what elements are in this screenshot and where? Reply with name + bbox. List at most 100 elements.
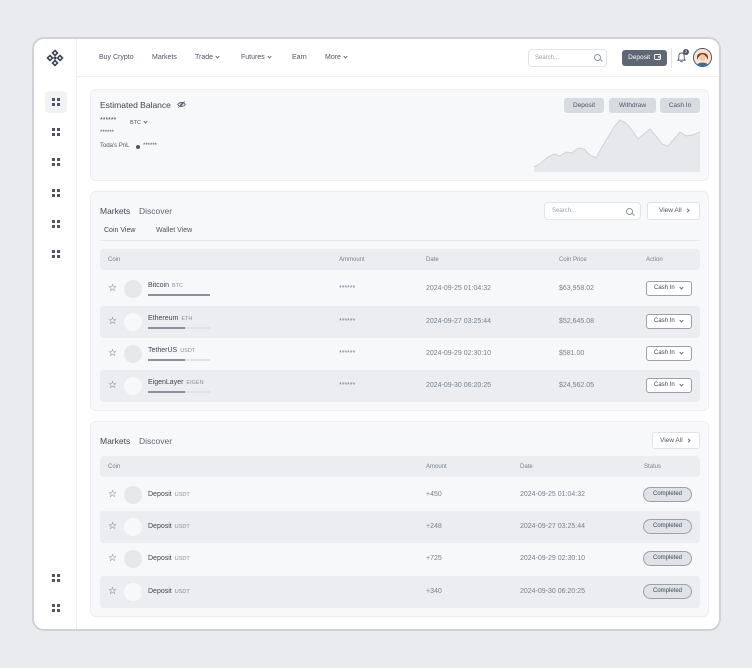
cash-in-dropdown[interactable]: Cash In [646,346,692,361]
balance-card: Estimated Balance ****** BTC ****** Toda… [90,89,709,181]
coin-progress [148,359,210,361]
date-cell: 2024-09-30 06:20:25 [426,382,491,389]
coin-logo [124,280,142,298]
eye-off-icon[interactable] [177,101,186,108]
sidebar-item-6[interactable] [45,243,67,265]
tab-markets[interactable]: Markets [100,206,130,216]
star-icon[interactable]: ☆ [108,490,117,500]
sidebar-item-4[interactable] [45,182,67,204]
col-date: Date [520,464,533,470]
star-icon[interactable]: ☆ [108,349,117,359]
amount-cell: +340 [426,588,442,595]
sidebar-item-bottom-1[interactable] [45,567,67,589]
nav-earn[interactable]: Earn [292,54,307,61]
amount-cell: ****** [339,350,356,357]
header-search-input[interactable]: Search... [528,49,607,67]
star-icon[interactable]: ☆ [108,317,117,327]
date-cell: 2024-09-29 02:30:10 [426,350,491,357]
balance-title: Estimated Balance [100,100,171,110]
grid-icon [52,250,60,258]
cash-in-dropdown[interactable]: Cash In [646,378,692,393]
table-row: ☆ TetherUS USDT ****** 2024-09-29 02:30:1… [100,338,700,370]
status-badge: Completed [643,487,692,502]
coin-symbol: EIGEN [186,380,204,386]
transaction-type: Deposit [148,588,172,595]
tab-markets[interactable]: Markets [100,436,130,446]
subtab-divider [100,240,700,241]
search-icon [626,208,633,215]
balance-fiat: ****** [100,130,115,136]
table-row: ☆ Deposit USDT +450 2024-09-25 01:04:32 C… [100,479,700,511]
subtab-wallet-view[interactable]: Wallet View [156,227,192,234]
coin-symbol: USDT [174,556,190,562]
balance-amount: ****** [100,117,117,124]
nav-futures[interactable]: Futures [241,54,272,61]
coin-symbol: USDT [174,524,190,530]
nav-buy-crypto[interactable]: Buy Crypto [99,54,134,61]
balance-deposit-button[interactable]: Deposit [564,98,604,113]
markets-view-all-button[interactable]: View All [647,202,700,220]
star-icon[interactable]: ☆ [108,284,117,294]
nav-trade[interactable]: Trade [195,54,220,61]
cash-in-dropdown[interactable]: Cash In [646,281,692,296]
amount-cell: ****** [339,285,356,292]
cash-in-dropdown[interactable]: Cash In [646,314,692,329]
balance-sparkline [534,119,700,172]
sidebar-item-3[interactable] [45,151,67,173]
grid-icon [52,220,60,228]
balance-cash-in-button[interactable]: Cash In [660,98,700,113]
table-row: ☆ Bitcoin BTC ****** 2024-09-25 01:04:32 … [100,273,700,305]
transaction-type: Deposit [148,523,172,530]
notification-badge: 2 [683,49,689,55]
subtab-coin-view[interactable]: Coin View [104,227,135,234]
coin-symbol: BTC [172,283,184,289]
coin-name: Bitcoin [148,282,170,289]
nav-markets[interactable]: Markets [152,54,177,61]
date-cell: 2024-09-29 02:30:10 [520,555,585,562]
coin-logo [124,313,142,331]
sidebar-item-bottom-2[interactable] [45,597,67,619]
sidebar-item-2[interactable] [45,121,67,143]
col-amount: Ammount [339,257,365,263]
app-window: Buy Crypto Markets Trade Futures Earn Mo… [32,37,721,631]
sidebar [34,39,77,629]
coin-progress [148,327,210,329]
nav-more[interactable]: More [325,54,348,61]
star-icon[interactable]: ☆ [108,381,117,391]
star-icon[interactable]: ☆ [108,522,117,532]
coin-name: EigenLayer [148,379,184,386]
balance-withdraw-button[interactable]: Withdraw [609,98,656,113]
pnl-value: ****** [143,143,158,149]
chevron-down-icon [679,285,684,290]
coin-logo [124,486,142,504]
amount-cell: ****** [339,318,356,325]
date-cell: 2024-09-25 01:04:32 [520,491,585,498]
coin-logo [124,377,142,395]
table-row: ☆ Deposit USDT +725 2024-09-29 02:30:10 C… [100,543,700,575]
coin-logo [124,583,142,601]
chevron-right-icon [686,438,691,443]
transaction-type: Deposit [148,491,172,498]
coin-name: Ethereum [148,315,179,322]
star-icon[interactable]: ☆ [108,587,117,597]
chevron-right-icon [685,208,690,213]
sidebar-item-5[interactable] [45,213,67,235]
col-price: Coin Price [559,257,587,263]
tab-discover[interactable]: Discover [139,206,172,216]
amount-cell: +450 [426,491,442,498]
avatar[interactable] [693,48,712,67]
header-deposit-button[interactable]: Deposit [622,50,667,66]
transactions-card: Markets Discover View All Coin Amount Da… [90,421,709,617]
currency-selector[interactable]: BTC [130,119,148,126]
col-action: Action [646,257,663,263]
table-row: ☆ Deposit USDT +340 2024-09-30 06:20:25 C… [100,576,700,608]
transactions-view-all-button[interactable]: View All [652,432,700,449]
markets-search-input[interactable]: Search... [544,202,641,220]
top-nav: Buy Crypto Markets Trade Futures Earn Mo… [77,39,719,77]
chevron-down-icon [143,119,148,124]
amount-cell: +725 [426,555,442,562]
sidebar-item-dashboard[interactable] [45,91,67,113]
star-icon[interactable]: ☆ [108,554,117,564]
tab-discover[interactable]: Discover [139,436,172,446]
coin-progress [148,294,210,296]
